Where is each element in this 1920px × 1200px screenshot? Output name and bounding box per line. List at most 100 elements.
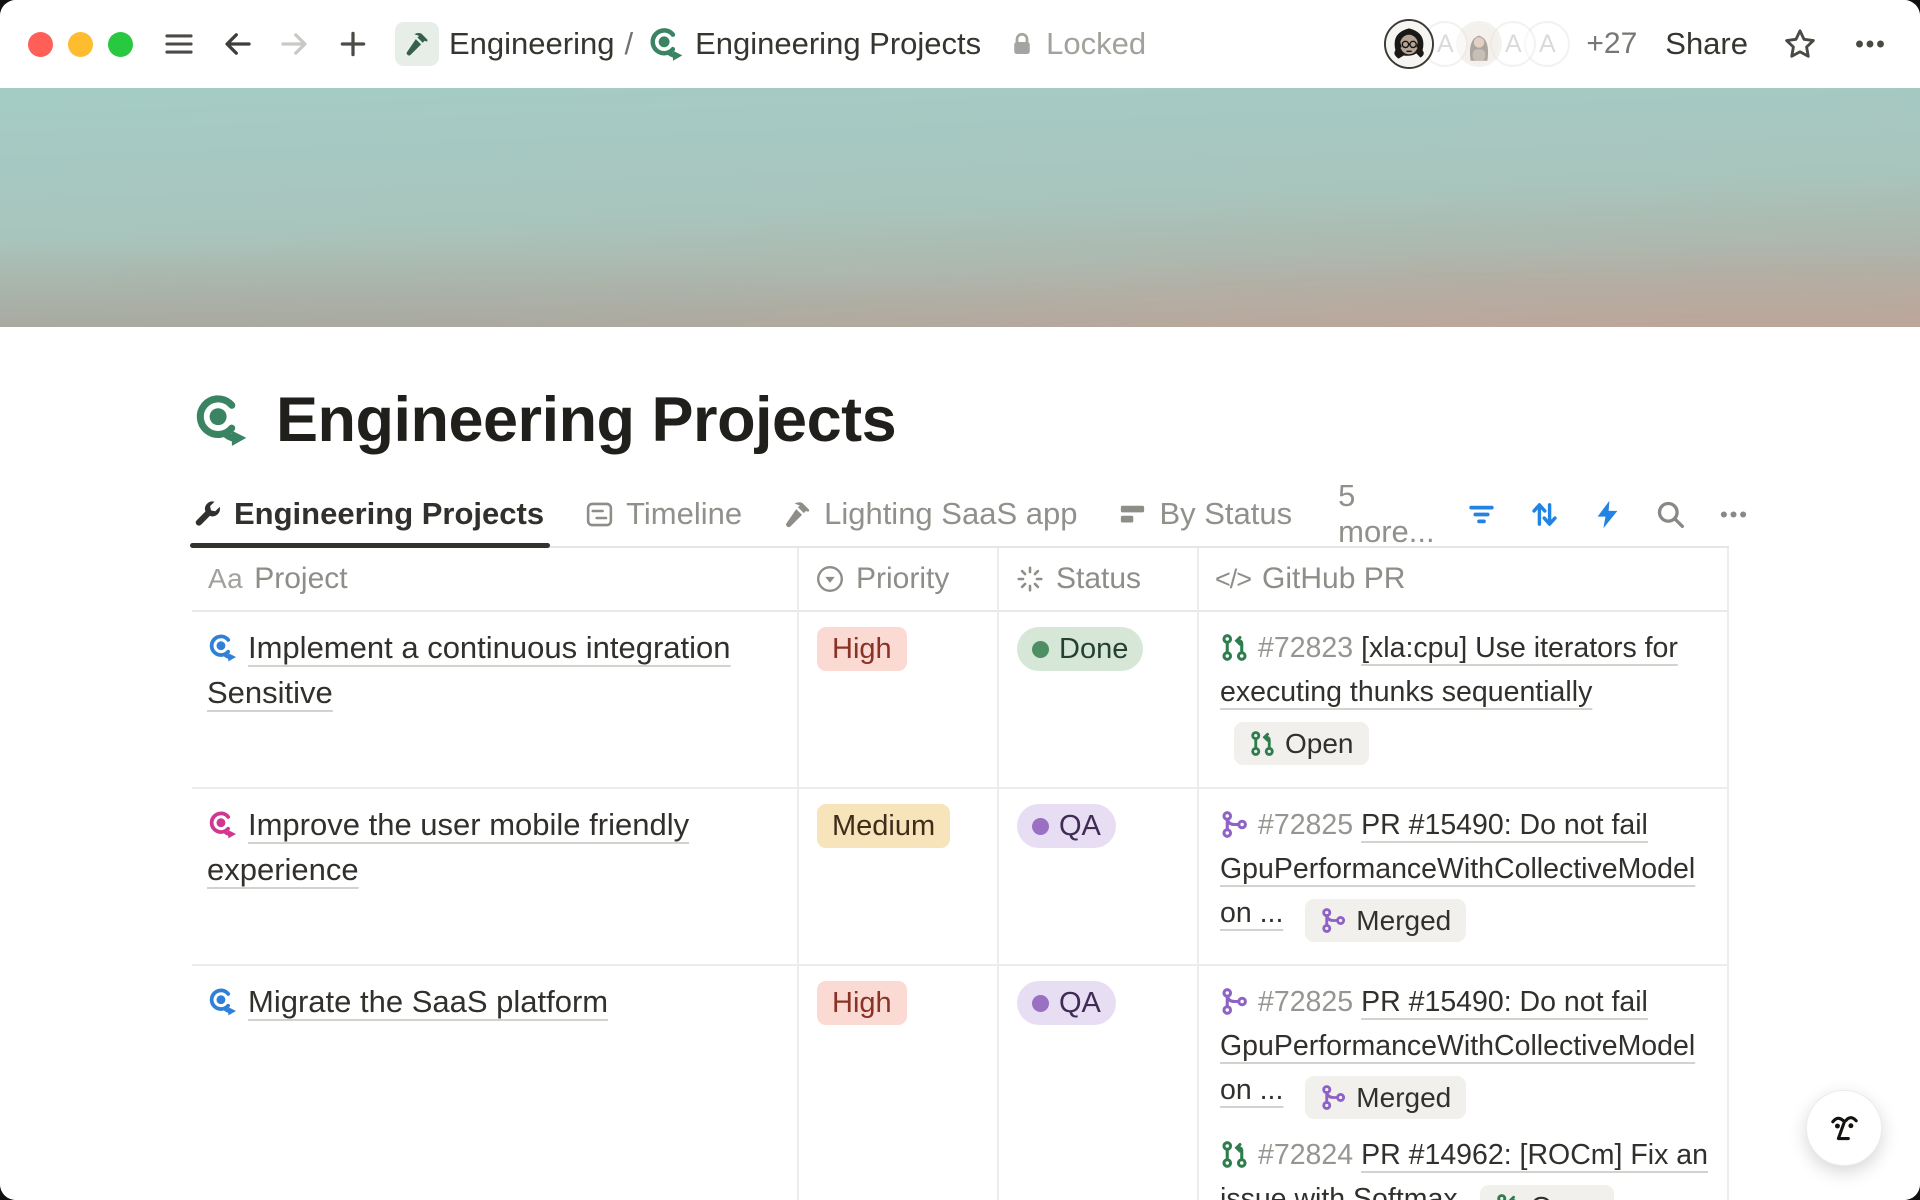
automation-bolt-icon[interactable]	[1591, 496, 1624, 532]
priority-cell[interactable]: Medium	[799, 789, 999, 966]
database-views-bar: Engineering Projects Timeline Lighting S…	[192, 482, 1729, 548]
table-header-row: Aa Project Priority Status </> GitHub PR	[192, 548, 1729, 612]
pr-state-badge[interactable]: Open	[1480, 1185, 1615, 1200]
project-page-icon	[207, 807, 238, 838]
share-button[interactable]: Share	[1665, 26, 1748, 62]
priority-tag[interactable]: High	[817, 981, 907, 1025]
close-window-button[interactable]	[28, 32, 53, 57]
project-cell[interactable]: Implement a continuous integration Sensi…	[192, 612, 799, 789]
pull-request-open-icon	[1495, 1193, 1522, 1200]
column-header-priority[interactable]: Priority	[799, 548, 999, 612]
project-title-link[interactable]: Migrate the SaaS platform	[248, 984, 608, 1019]
database-table: Aa Project Priority Status </> GitHub PR	[192, 548, 1729, 1200]
tab-lighting-saas-app[interactable]: Lighting SaaS app	[782, 482, 1077, 546]
pull-request-merged-icon	[1220, 808, 1249, 837]
pull-request-merged-icon	[1320, 907, 1347, 934]
select-icon	[815, 564, 845, 594]
lock-icon	[1007, 29, 1037, 59]
more-views-button[interactable]: 5 more...	[1338, 478, 1434, 550]
collaborator-avatars[interactable]: A A A	[1384, 19, 1570, 69]
status-cell[interactable]: QA	[999, 789, 1199, 966]
pr-entry: #72824PR #14962: [ROCm] Fix an issue wit…	[1220, 1133, 1711, 1200]
search-icon[interactable]	[1654, 496, 1687, 532]
status-tag[interactable]: Done	[1017, 627, 1143, 671]
pr-number: #72824	[1258, 1139, 1353, 1171]
workspace-hammer-icon[interactable]	[395, 22, 439, 66]
github-pr-cell[interactable]: #72823[xla:cpu] Use iterators for execut…	[1199, 612, 1729, 789]
back-icon[interactable]	[217, 24, 257, 64]
priority-tag[interactable]: Medium	[817, 804, 950, 848]
tab-timeline[interactable]: Timeline	[584, 482, 742, 546]
status-cell[interactable]: Done	[999, 612, 1199, 789]
pr-state-badge[interactable]: Merged	[1305, 1076, 1466, 1119]
text-type-icon: Aa	[208, 563, 243, 595]
sort-icon[interactable]	[1528, 496, 1561, 532]
table-row: Migrate the SaaS platform High QA #72825…	[192, 966, 1729, 1200]
page-header: Engineering Projects	[192, 382, 1920, 458]
pull-request-open-icon	[1220, 631, 1249, 660]
project-title-link[interactable]: Implement a continuous integration Sensi…	[207, 630, 731, 710]
pull-request-merged-icon	[1220, 985, 1249, 1014]
tab-by-status[interactable]: By Status	[1117, 482, 1292, 546]
project-cell[interactable]: Migrate the SaaS platform	[192, 966, 799, 1200]
github-pr-cell[interactable]: #72825PR #15490: Do not fail GpuPerforma…	[1199, 789, 1729, 966]
tab-engineering-projects[interactable]: Engineering Projects	[192, 482, 544, 546]
priority-tag[interactable]: High	[817, 627, 907, 671]
pr-state-badge[interactable]: Merged	[1305, 899, 1466, 942]
project-title-link[interactable]: Improve the user mobile friendly experie…	[207, 807, 689, 887]
breadcrumb-separator: /	[624, 26, 633, 62]
breadcrumb-page[interactable]: Engineering Projects	[695, 26, 981, 62]
locked-indicator[interactable]: Locked	[1007, 26, 1146, 62]
page-title: Engineering Projects	[276, 384, 896, 456]
page-content: Engineering Projects Engineering Project…	[0, 382, 1920, 1200]
breadcrumb-page-icon	[647, 25, 685, 63]
breadcrumb-workspace[interactable]: Engineering	[449, 26, 614, 62]
hammer-icon	[782, 499, 813, 530]
table-row: Implement a continuous integration Sensi…	[192, 612, 1729, 789]
table-row: Improve the user mobile friendly experie…	[192, 789, 1729, 966]
column-header-status[interactable]: Status	[999, 548, 1199, 612]
status-dot	[1032, 818, 1049, 835]
timeline-icon	[584, 499, 615, 530]
pr-number: #72823	[1258, 632, 1353, 664]
pr-state-badge[interactable]: Open	[1234, 722, 1369, 765]
status-cell[interactable]: QA	[999, 966, 1199, 1200]
pr-number: #72825	[1258, 809, 1353, 841]
project-page-icon	[207, 984, 238, 1015]
status-tag[interactable]: QA	[1017, 804, 1116, 848]
status-dot	[1032, 995, 1049, 1012]
pr-number: #72825	[1258, 986, 1353, 1018]
traffic-lights	[28, 32, 133, 57]
sidebar-menu-icon[interactable]	[159, 24, 199, 64]
avatar[interactable]	[1384, 19, 1434, 69]
filter-icon[interactable]	[1465, 496, 1498, 532]
zoom-window-button[interactable]	[108, 32, 133, 57]
status-spinner-icon	[1015, 564, 1045, 594]
locked-label: Locked	[1046, 26, 1146, 62]
project-cell[interactable]: Improve the user mobile friendly experie…	[192, 789, 799, 966]
github-pr-cell[interactable]: #72825PR #15490: Do not fail GpuPerforma…	[1199, 966, 1729, 1200]
board-icon	[1117, 499, 1148, 530]
forward-icon[interactable]	[275, 24, 315, 64]
pr-entry: #72825PR #15490: Do not fail GpuPerforma…	[1220, 980, 1711, 1119]
page-cover-image[interactable]	[0, 88, 1920, 327]
column-header-github-pr[interactable]: </> GitHub PR	[1199, 548, 1729, 612]
minimize-window-button[interactable]	[68, 32, 93, 57]
code-icon: </>	[1215, 564, 1251, 595]
favorite-star-icon[interactable]	[1780, 24, 1820, 64]
notion-ai-button[interactable]	[1806, 1090, 1882, 1166]
page-icon[interactable]	[192, 391, 250, 449]
new-page-icon[interactable]	[333, 24, 373, 64]
wrench-icon	[192, 499, 223, 530]
notion-ai-face-icon	[1821, 1105, 1867, 1151]
pull-request-open-icon	[1220, 1138, 1249, 1167]
more-options-icon[interactable]	[1850, 24, 1890, 64]
pull-request-open-icon	[1249, 730, 1276, 757]
priority-cell[interactable]: High	[799, 966, 999, 1200]
project-page-icon	[207, 630, 238, 661]
priority-cell[interactable]: High	[799, 612, 999, 789]
column-header-project[interactable]: Aa Project	[192, 548, 799, 612]
view-options-icon[interactable]	[1717, 496, 1750, 532]
avatar-overflow-count[interactable]: +27	[1586, 27, 1637, 61]
status-tag[interactable]: QA	[1017, 981, 1116, 1025]
